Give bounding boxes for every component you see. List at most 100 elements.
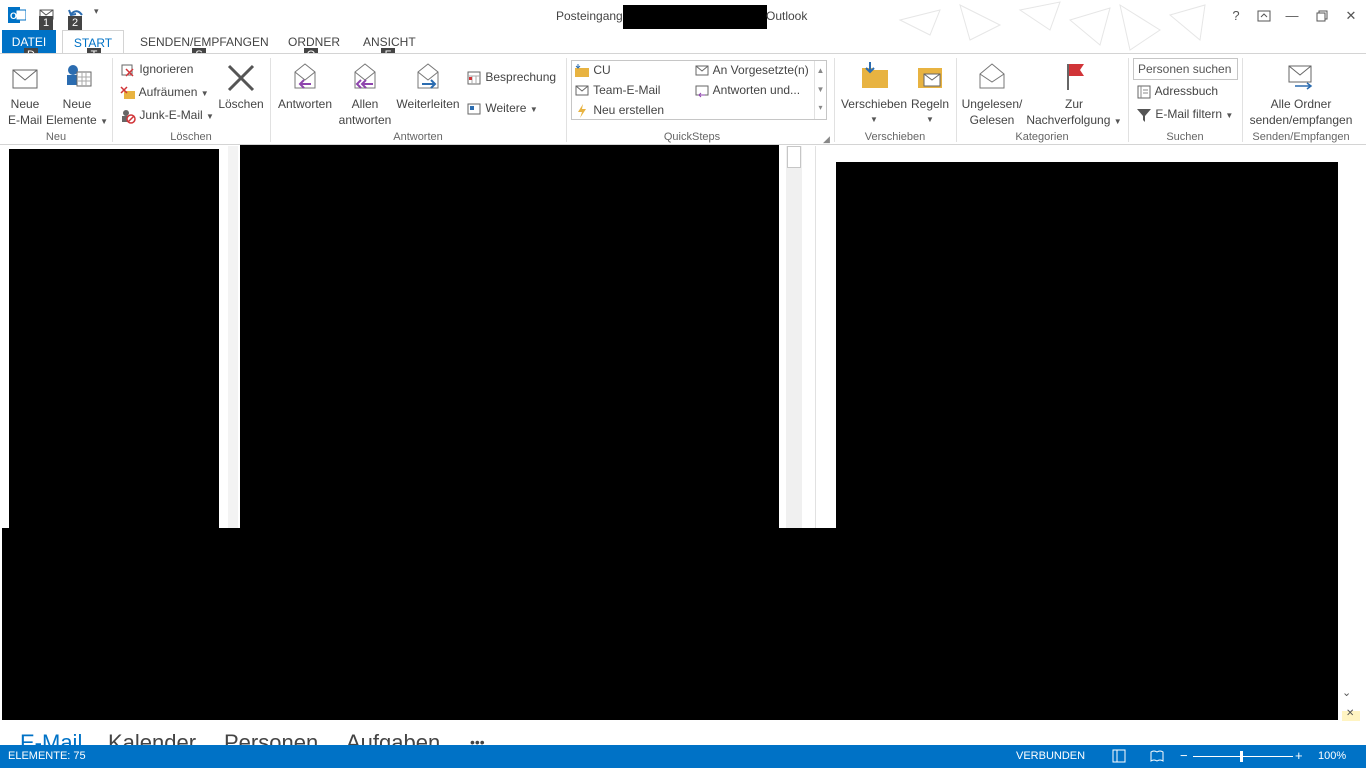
chevron-up-icon[interactable]: ▲: [815, 61, 826, 80]
lightning-icon: [578, 103, 586, 118]
move-button[interactable]: Verschieben ▼: [840, 60, 908, 128]
group-label-quicksteps: QuickSteps: [663, 131, 721, 143]
reply-all-label-2: antworten: [338, 113, 392, 127]
address-book-icon: [1137, 85, 1151, 99]
quickstep-cu[interactable]: CU: [574, 61, 611, 79]
nav-people[interactable]: Personen: [224, 730, 318, 746]
message-list-scrollbar[interactable]: [786, 146, 802, 528]
minimize-icon[interactable]: —: [1280, 6, 1304, 26]
zoom-level[interactable]: 100%: [1318, 750, 1346, 762]
redacted-folder-pane: [9, 149, 219, 529]
forward-icon: [417, 63, 439, 89]
address-book-button[interactable]: Adressbuch: [1136, 82, 1218, 100]
send-receive-all-button[interactable]: Alle Ordner senden/empfangen: [1244, 60, 1358, 128]
group-separator: [566, 58, 567, 142]
group-separator: [1128, 58, 1129, 142]
chevron-down-icon: ▼: [200, 89, 209, 98]
unread-read-button[interactable]: Ungelesen/ Gelesen: [958, 60, 1026, 128]
group-label-senden: Senden/Empfangen: [1252, 131, 1350, 143]
quicksteps-scrollbar[interactable]: ▲ ▼ ▾: [814, 61, 826, 119]
nav-tasks[interactable]: Aufgaben: [346, 730, 440, 746]
restore-icon[interactable]: [1310, 6, 1334, 26]
meeting-label: Besprechung: [485, 70, 557, 84]
rules-label: Regeln: [910, 97, 950, 111]
junk-button[interactable]: Junk-E-Mail ▼: [120, 106, 214, 124]
ignore-icon: [121, 64, 134, 77]
customize-quick-access-icon[interactable]: ▾: [94, 6, 112, 24]
group-separator: [270, 58, 271, 142]
filter-email-button[interactable]: E-Mail filtern ▼: [1136, 105, 1233, 123]
ignore-button[interactable]: Ignorieren: [120, 60, 193, 78]
quickstep-team-email[interactable]: Team-E-Mail: [574, 81, 660, 99]
nav-calendar[interactable]: Kalender: [108, 730, 196, 746]
more-respond-label: Weitere: [485, 101, 527, 115]
reading-view-icon[interactable]: [1150, 749, 1164, 766]
cleanup-button[interactable]: Aufräumen ▼: [120, 83, 209, 101]
redacted-reading-pane: [836, 162, 1338, 528]
new-email-icon: [12, 69, 38, 89]
ignore-label: Ignorieren: [139, 62, 194, 76]
ribbon: Neue E-Mail Neue Elemente ▼ Neu Ignorier…: [0, 53, 1366, 145]
reply-button[interactable]: Antworten: [274, 60, 336, 112]
scrollbar-thumb[interactable]: [787, 146, 801, 168]
more-respond-button[interactable]: Weitere ▼: [466, 99, 538, 117]
new-items-label-1: Neue: [62, 97, 92, 111]
new-email-button[interactable]: Neue E-Mail: [4, 62, 46, 128]
group-separator: [834, 58, 835, 142]
new-email-label-1: Neue: [10, 97, 40, 111]
status-bar: ELEMENTE: 75 VERBUNDEN − + 100%: [0, 745, 1366, 768]
people-search-input[interactable]: Personen suchen: [1133, 58, 1238, 80]
normal-view-icon[interactable]: [1112, 749, 1126, 766]
more-respond-icon: [467, 103, 481, 115]
close-icon[interactable]: ✕: [1339, 6, 1363, 26]
group-label-antworten: Antworten: [393, 131, 443, 143]
new-items-button[interactable]: Neue Elemente ▼: [46, 62, 108, 130]
chevron-down-icon[interactable]: ▼: [815, 80, 826, 99]
chevron-down-icon: ▼: [206, 112, 214, 121]
dialog-launcher-icon[interactable]: ◢: [823, 134, 830, 145]
redacted-bottom-area: [2, 528, 1338, 720]
rules-button[interactable]: Regeln ▼: [908, 60, 952, 128]
zoom-slider[interactable]: [1193, 756, 1293, 757]
meeting-button[interactable]: Besprechung: [466, 68, 556, 86]
nav-email[interactable]: E-Mail: [20, 730, 82, 746]
group-label-neu: Neu: [45, 131, 67, 143]
quickstep-to-manager[interactable]: An Vorgesetzte(n): [694, 61, 809, 79]
chevron-down-icon[interactable]: ⌄: [1342, 686, 1351, 699]
keytip-1: 1: [39, 16, 53, 31]
ribbon-display-options-icon[interactable]: [1252, 6, 1276, 26]
chevron-down-icon: ▼: [1113, 117, 1122, 126]
group-label-kategorien: Kategorien: [1015, 131, 1069, 143]
quicksteps-gallery: CU An Vorgesetzte(n) Team-E-Mail Antwort…: [571, 60, 827, 120]
zoom-out-icon[interactable]: −: [1180, 748, 1188, 763]
delete-button[interactable]: Löschen: [216, 62, 266, 112]
send-receive-all-label-2: senden/empfangen: [1249, 113, 1353, 127]
expand-gallery-icon[interactable]: ▾: [815, 99, 826, 117]
zoom-in-icon[interactable]: +: [1295, 748, 1303, 763]
quickstep-reply-delete[interactable]: Antworten und...: [694, 81, 800, 99]
folder-pane-splitter[interactable]: [228, 146, 238, 528]
quickstep-create-new[interactable]: Neu erstellen: [574, 101, 664, 119]
reply-all-label-1: Allen: [351, 97, 379, 111]
follow-up-button[interactable]: Zur Nachverfolgung ▼: [1024, 60, 1124, 130]
zoom-slider-thumb[interactable]: [1240, 751, 1243, 762]
envelope-open-icon: [979, 63, 1005, 89]
send-receive-all-label-1: Alle Ordner: [1270, 97, 1332, 111]
quickstep-to-manager-label: An Vorgesetzte(n): [712, 63, 809, 77]
chevron-down-icon: ▼: [870, 115, 878, 124]
redacted-account: [623, 5, 767, 29]
reply-all-button[interactable]: Allen antworten: [336, 60, 394, 128]
send-receive-all-icon: [1288, 65, 1313, 90]
email-forward-icon: [695, 65, 709, 76]
help-button[interactable]: ?: [1224, 6, 1248, 26]
svg-text:O: O: [10, 11, 17, 21]
forward-button[interactable]: Weiterleiten: [396, 60, 460, 112]
quickstep-team-email-label: Team-E-Mail: [593, 83, 661, 97]
group-label-loeschen: Löschen: [170, 131, 212, 143]
email-icon: [575, 85, 589, 96]
window-title-app: Outlook: [766, 9, 808, 23]
junk-label: Junk-E-Mail: [139, 108, 203, 122]
group-separator: [112, 58, 113, 142]
chevron-down-icon: ▼: [100, 117, 108, 126]
folder-move-icon: [862, 62, 888, 88]
